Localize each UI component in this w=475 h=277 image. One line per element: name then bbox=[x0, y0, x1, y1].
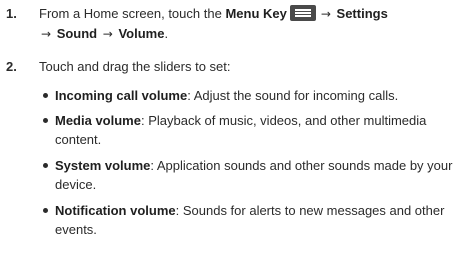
volume-label: Volume bbox=[118, 26, 165, 41]
arrow-icon: → bbox=[41, 27, 52, 41]
arrow-icon: → bbox=[102, 27, 113, 41]
step-number: 2. bbox=[6, 59, 17, 74]
step-2-text: Touch and drag the sliders to set: bbox=[39, 59, 231, 74]
bullet-dot bbox=[43, 93, 48, 98]
bullet-dot bbox=[43, 163, 48, 168]
list-item: System volume: Application sounds and ot… bbox=[43, 156, 475, 194]
instructions-page: 1. From a Home screen, touch the Menu Ke… bbox=[0, 0, 475, 277]
bullet-term: System volume bbox=[55, 158, 151, 173]
sound-label: Sound bbox=[56, 26, 98, 41]
step-1-text: From a Home screen, touch the Menu Key → … bbox=[39, 4, 469, 44]
bullet-term: Notification volume bbox=[55, 203, 176, 218]
list-item: Notification volume: Sounds for alerts t… bbox=[43, 201, 475, 239]
bullet-dot bbox=[43, 208, 48, 213]
bullet-term: Media volume bbox=[55, 113, 141, 128]
step-number: 1. bbox=[6, 6, 17, 21]
arrow-icon: → bbox=[320, 7, 331, 21]
step-2: 2. Touch and drag the sliders to set: bbox=[6, 57, 468, 79]
step-1: 1. From a Home screen, touch the Menu Ke… bbox=[6, 4, 468, 48]
settings-label: Settings bbox=[336, 6, 388, 21]
bullet-dot bbox=[43, 118, 48, 123]
step-1-prefix: From a Home screen, touch the bbox=[39, 6, 222, 21]
menu-key-label: Menu Key bbox=[225, 6, 287, 21]
menu-key-icon bbox=[289, 5, 316, 21]
bullet-desc: : Adjust the sound for incoming calls. bbox=[187, 88, 399, 103]
list-item: Media volume: Playback of music, videos,… bbox=[43, 111, 475, 149]
bullet-term: Incoming call volume bbox=[55, 88, 188, 103]
list-item: Incoming call volume: Adjust the sound f… bbox=[43, 86, 475, 105]
period: . bbox=[164, 26, 169, 41]
